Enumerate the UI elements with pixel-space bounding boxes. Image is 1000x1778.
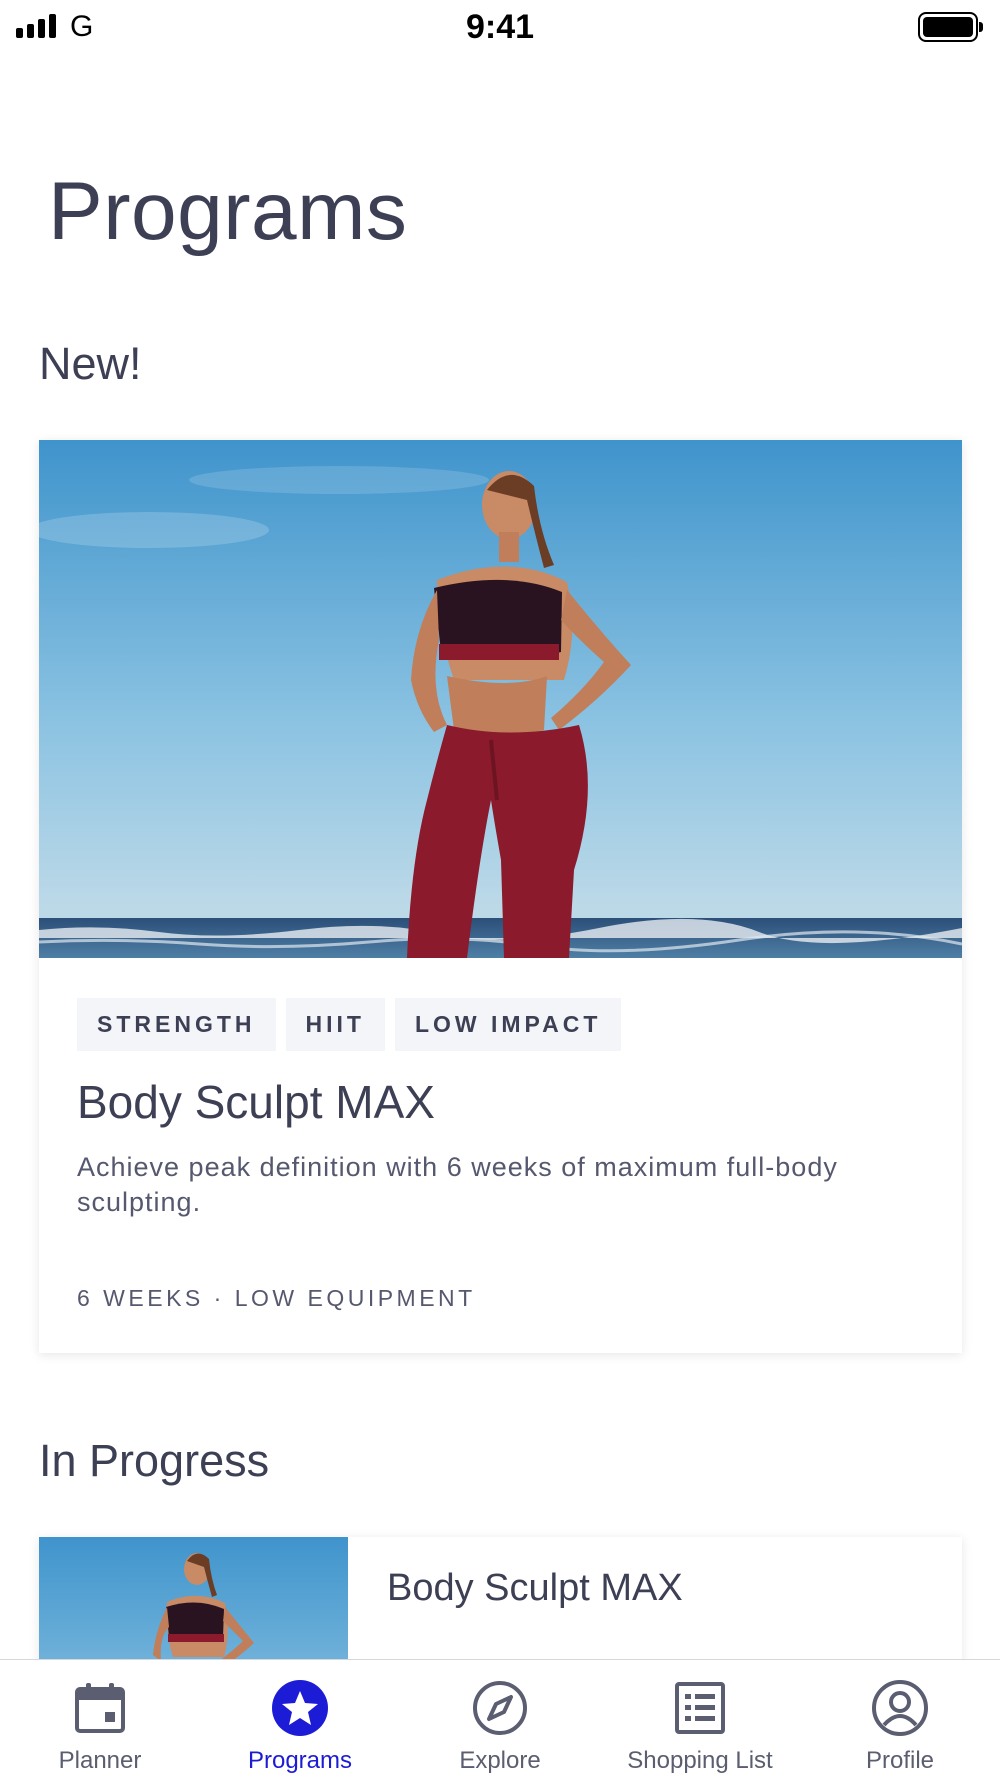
section-title-new: New!	[39, 338, 142, 389]
tab-planner[interactable]: Planner	[0, 1660, 200, 1778]
profile-icon	[869, 1677, 931, 1739]
featured-program-card[interactable]: STRENGTH HIIT LOW IMPACT Body Sculpt MAX…	[39, 440, 962, 1353]
program-description: Achieve peak definition with 6 weeks of …	[77, 1152, 838, 1217]
tab-label: Profile	[865, 1747, 935, 1774]
tab-explore[interactable]: Explore	[400, 1660, 600, 1778]
tab-shopping-list[interactable]: Shopping List	[600, 1660, 800, 1778]
program-tag: LOW IMPACT	[394, 998, 622, 1051]
program-tags: STRENGTH HIIT LOW IMPACT	[77, 998, 622, 1051]
tab-bar: Planner Programs Explore Shopping List P…	[0, 1659, 1000, 1778]
program-tag: HIIT	[285, 998, 385, 1051]
status-bar: G 9:41	[0, 0, 1000, 56]
battery-icon	[918, 12, 983, 42]
tab-label: Programs	[247, 1747, 353, 1774]
tab-programs[interactable]: Programs	[200, 1660, 400, 1778]
program-tag: STRENGTH	[77, 998, 276, 1051]
tab-label: Explore	[459, 1747, 541, 1774]
status-time: 9:41	[465, 8, 535, 46]
star-icon	[269, 1677, 331, 1739]
tab-profile[interactable]: Profile	[800, 1660, 1000, 1778]
in-progress-title: Body Sculpt MAX	[387, 1567, 683, 1609]
program-hero-image	[39, 440, 962, 958]
tab-label: Shopping List	[627, 1747, 773, 1774]
list-icon	[669, 1677, 731, 1739]
section-title-in-progress: In Progress	[39, 1435, 270, 1486]
compass-icon	[469, 1677, 531, 1739]
tab-label: Planner	[58, 1747, 142, 1774]
page-title: Programs	[48, 166, 408, 257]
program-title: Body Sculpt MAX	[77, 1076, 435, 1128]
calendar-icon	[69, 1677, 131, 1739]
program-meta: 6 WEEKS · LOW EQUIPMENT	[77, 1285, 476, 1311]
